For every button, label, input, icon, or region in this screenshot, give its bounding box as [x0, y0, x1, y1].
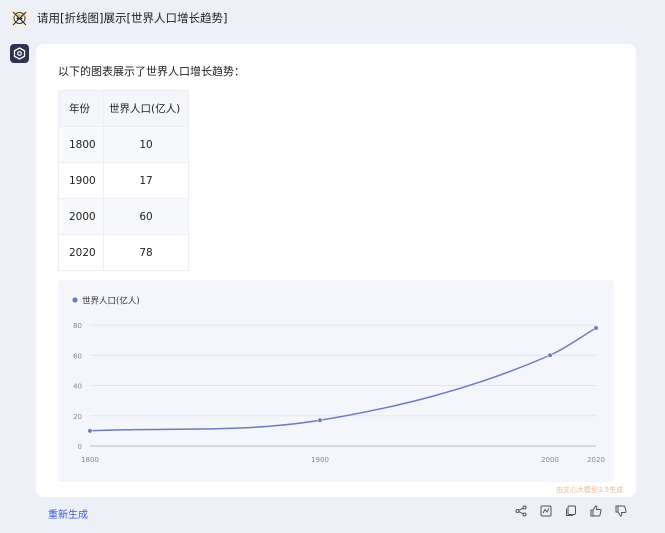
- thumbs-down-icon[interactable]: [612, 502, 629, 519]
- data-point: [87, 428, 93, 434]
- thumbs-up-icon[interactable]: [587, 502, 604, 519]
- table-cell-population: 10: [103, 126, 189, 163]
- user-avatar: [10, 8, 29, 28]
- data-point: [547, 352, 553, 358]
- table-cell-population: 60: [103, 198, 189, 235]
- table-row: 1800 10: [58, 126, 189, 163]
- legend-marker: [72, 297, 78, 303]
- table-cell-year: 1800: [58, 126, 104, 163]
- response-intro: 以下的图表展示了世界人口增长趋势：: [58, 65, 245, 78]
- y-tick-label: 20: [73, 413, 82, 421]
- user-message-row: 请用[折线图]展示[世界人口增长趋势]: [10, 6, 227, 30]
- chart-icon[interactable]: [537, 502, 554, 519]
- table-header-row: 年份 世界人口(亿人): [58, 90, 189, 127]
- assistant-avatar: [10, 44, 29, 63]
- share-icon[interactable]: [512, 502, 529, 519]
- table-cell-population: 78: [103, 234, 189, 271]
- data-point: [317, 417, 323, 423]
- x-tick-label: 2000: [541, 456, 559, 464]
- y-tick-label: 80: [73, 322, 82, 330]
- x-tick-label: 2020: [587, 456, 605, 464]
- regenerate-button[interactable]: 重新生成: [48, 506, 88, 521]
- watermark: 由文心大模型3.5生成: [556, 486, 624, 494]
- y-tick-label: 40: [73, 383, 82, 391]
- table-row: 1900 17: [58, 162, 189, 199]
- table-header-population: 世界人口(亿人): [103, 90, 189, 127]
- y-tick-label: 60: [73, 352, 82, 360]
- table-cell-year: 1900: [58, 162, 104, 199]
- action-bar: [512, 502, 629, 519]
- chart-canvas: 世界人口(亿人) 0 20 40 60 80 1800 1900 2000 2020: [72, 296, 605, 464]
- x-tick-label: 1800: [81, 456, 99, 464]
- table-cell-year: 2020: [58, 234, 104, 271]
- copy-icon[interactable]: [562, 502, 579, 519]
- table-row: 2000 60: [58, 198, 189, 235]
- table-cell-population: 17: [103, 162, 189, 199]
- x-tick-label: 1900: [311, 456, 329, 464]
- user-message: 请用[折线图]展示[世界人口增长趋势]: [37, 11, 228, 25]
- legend-label: 世界人口(亿人): [82, 296, 140, 307]
- data-point: [593, 325, 599, 331]
- table-cell-year: 2000: [58, 198, 104, 235]
- assistant-response-card: 以下的图表展示了世界人口增长趋势： 年份 世界人口(亿人) 1800 10 19…: [36, 44, 636, 497]
- table-row: 2020 78: [58, 234, 189, 271]
- line-chart: 世界人口(亿人) 0 20 40 60 80 1800 1900 2000 2020: [58, 280, 614, 482]
- y-tick-label: 0: [78, 443, 82, 451]
- table-header-year: 年份: [58, 90, 104, 127]
- population-table: 年份 世界人口(亿人) 1800 10 1900 17 2000 60 2020…: [58, 90, 189, 271]
